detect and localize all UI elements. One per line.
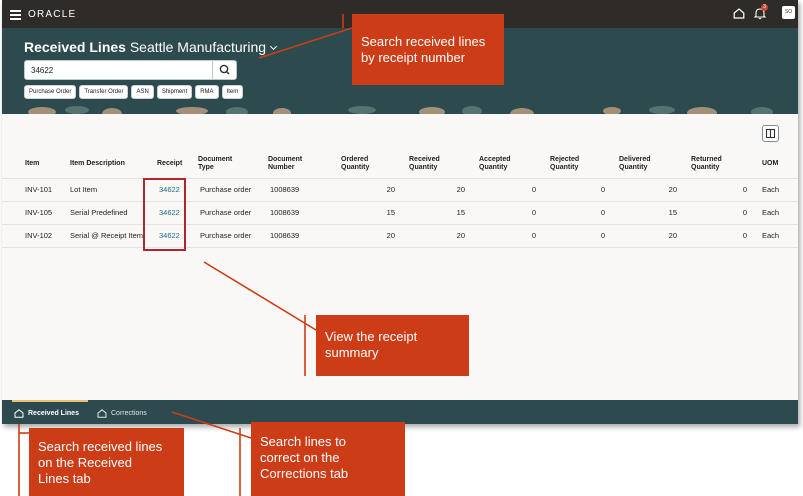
- page-title[interactable]: Received Lines Seattle Manufacturing: [24, 39, 278, 55]
- cell-received-quantity: 15: [456, 207, 465, 217]
- chip-item[interactable]: Item: [221, 85, 244, 99]
- col-header-receipt[interactable]: Receipt: [157, 150, 192, 178]
- cell-ordered-quantity: 15: [386, 207, 395, 217]
- cell-document-type: Purchase order: [200, 207, 252, 217]
- cell-document-type: Purchase order: [200, 184, 252, 194]
- page-title-main: Received Lines: [24, 39, 126, 55]
- cell-delivered-quantity: 20: [668, 184, 677, 194]
- callout-received-lines-tab: Search received lines on the Received Li…: [29, 428, 184, 496]
- cell-returned-quantity: 0: [742, 230, 747, 240]
- bottom-tab-bar: Received Lines Corrections: [2, 400, 798, 424]
- tab-label: Corrections: [111, 409, 147, 417]
- col-header-item[interactable]: Item: [25, 150, 65, 178]
- table-header-row: Item Item Description Receipt Document Ty…: [2, 150, 798, 179]
- home-icon: [97, 408, 107, 418]
- home-icon[interactable]: [733, 8, 745, 19]
- chip-purchase-order[interactable]: Purchase Order: [24, 85, 77, 99]
- cell-ordered-quantity: 20: [386, 184, 395, 194]
- callout-corrections-tab: Search lines to correct on the Correctio…: [251, 422, 405, 496]
- avatar[interactable]: SO: [782, 6, 795, 19]
- cell-rejected-quantity: 0: [600, 184, 605, 194]
- search-button[interactable]: [212, 61, 236, 79]
- received-lines-table: Item Item Description Receipt Document Ty…: [2, 150, 798, 248]
- col-header-returned-quantity[interactable]: Returned Quantity: [691, 150, 741, 178]
- cell-document-number: 1008639: [270, 230, 300, 240]
- receipt-column-highlight: [143, 178, 186, 251]
- cell-item-description: Lot Item: [70, 184, 98, 194]
- filter-chips: Purchase Order Transfer Order ASN Shipme…: [24, 85, 244, 99]
- home-icon: [14, 408, 24, 418]
- cell-accepted-quantity: 0: [531, 207, 536, 217]
- col-header-rejected-quantity[interactable]: Rejected Quantity: [550, 150, 600, 178]
- chip-shipment[interactable]: Shipment: [156, 85, 193, 99]
- page-title-org: Seattle Manufacturing: [129, 39, 267, 55]
- active-tab-indicator: [12, 400, 88, 402]
- cell-ordered-quantity: 20: [386, 230, 395, 240]
- col-header-uom[interactable]: UOM: [762, 150, 792, 178]
- chip-transfer-order[interactable]: Transfer Order: [79, 85, 129, 99]
- hamburger-icon[interactable]: [10, 10, 21, 20]
- callout-search-by-receipt: Search received lines by receipt number: [352, 14, 504, 85]
- cell-returned-quantity: 0: [742, 207, 747, 217]
- decorative-leaf-pattern: [28, 106, 773, 114]
- notification-badge: 3: [761, 4, 768, 11]
- tab-label: Received Lines: [28, 409, 79, 417]
- cell-rejected-quantity: 0: [600, 230, 605, 240]
- search-input[interactable]: [25, 61, 213, 79]
- col-header-ordered-quantity[interactable]: Ordered Quantity: [341, 150, 391, 178]
- cell-received-quantity: 20: [456, 230, 465, 240]
- cell-delivered-quantity: 20: [668, 230, 677, 240]
- cell-delivered-quantity: 15: [668, 207, 677, 217]
- tab-corrections[interactable]: Corrections: [97, 406, 147, 420]
- chip-asn[interactable]: ASN: [131, 85, 154, 99]
- chip-rma[interactable]: RMA: [195, 85, 219, 99]
- cell-received-quantity: 20: [456, 184, 465, 194]
- oracle-logo: ORACLE: [28, 9, 77, 20]
- cell-returned-quantity: 0: [742, 184, 747, 194]
- tab-received-lines[interactable]: Received Lines: [14, 406, 79, 420]
- cell-uom: Each: [762, 230, 780, 240]
- col-header-document-type[interactable]: Document Type: [198, 150, 258, 178]
- search-icon: [219, 64, 230, 75]
- cell-document-type: Purchase order: [200, 230, 252, 240]
- col-header-document-number[interactable]: Document Number: [268, 150, 328, 178]
- col-header-accepted-quantity[interactable]: Accepted Quantity: [479, 150, 529, 178]
- table-row[interactable]: INV-101 Lot Item 34622 Purchase order 10…: [2, 179, 798, 202]
- cell-item-description: Serial @ Receipt Item: [70, 230, 144, 240]
- cell-uom: Each: [762, 207, 780, 217]
- cell-item: INV-102: [25, 230, 53, 240]
- chevron-down-icon[interactable]: [269, 42, 278, 51]
- search-box: [24, 60, 237, 80]
- table-row[interactable]: INV-102 Serial @ Receipt Item 34622 Purc…: [2, 225, 798, 248]
- cell-item: INV-101: [25, 184, 53, 194]
- cell-document-number: 1008639: [270, 184, 300, 194]
- table-row[interactable]: INV-105 Serial Predefined 34622 Purchase…: [2, 202, 798, 225]
- cell-rejected-quantity: 0: [600, 207, 605, 217]
- cell-item: INV-105: [25, 207, 53, 217]
- cell-accepted-quantity: 0: [531, 184, 536, 194]
- col-header-received-quantity[interactable]: Received Quantity: [409, 150, 459, 178]
- cell-document-number: 1008639: [270, 207, 300, 217]
- cell-item-description: Serial Predefined: [70, 207, 128, 217]
- columns-icon: [765, 128, 776, 139]
- cell-accepted-quantity: 0: [531, 230, 536, 240]
- col-header-item-description[interactable]: Item Description: [70, 150, 150, 178]
- column-layout-button[interactable]: [762, 125, 779, 142]
- callout-view-receipt-summary: View the receipt summary: [316, 315, 469, 376]
- col-header-delivered-quantity[interactable]: Delivered Quantity: [619, 150, 669, 178]
- cell-uom: Each: [762, 184, 780, 194]
